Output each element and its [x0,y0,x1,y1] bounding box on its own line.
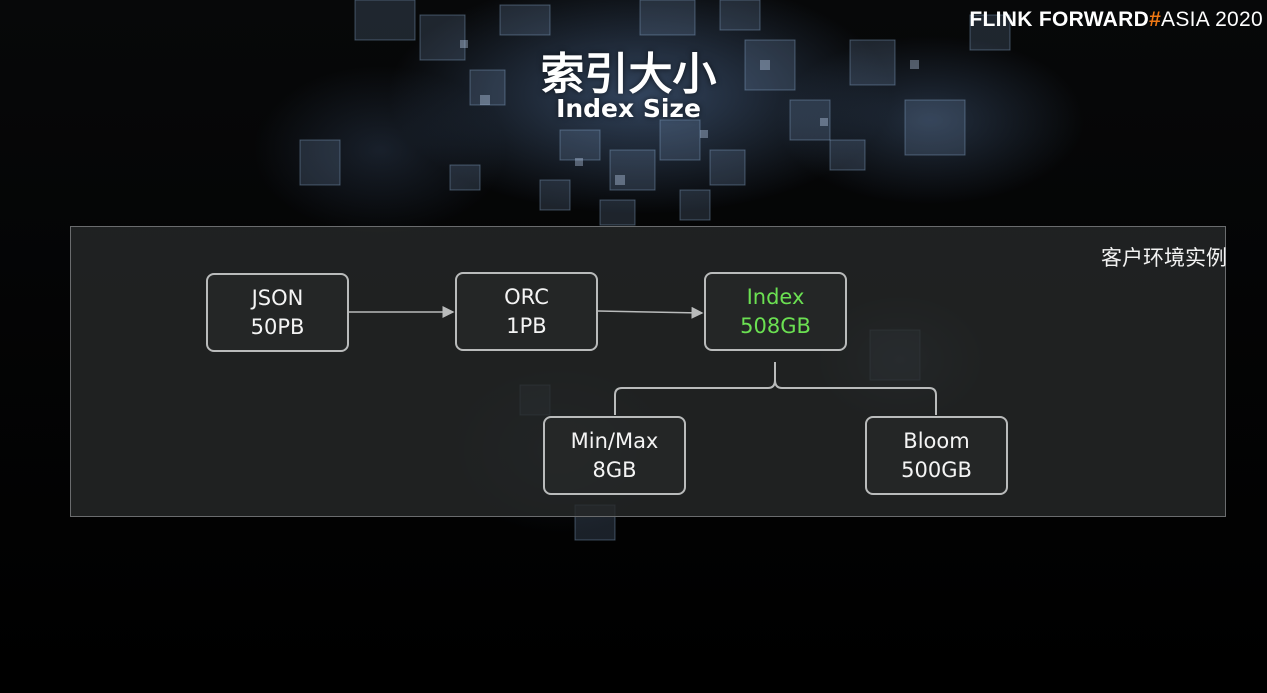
node-json-size: 50PB [250,314,305,339]
arrow-orc-to-index [597,306,704,319]
slide: FLINK FORWARD#ASIA 2020 索引大小 Index Size … [0,0,1267,693]
node-minmax: Min/Max 8GB [543,416,686,495]
node-index-size: 508GB [740,313,811,338]
node-minmax-size: 8GB [592,457,637,482]
node-orc: ORC 1PB [455,272,598,351]
node-bloom: Bloom 500GB [865,416,1008,495]
node-json: JSON 50PB [206,273,349,352]
node-json-name: JSON [251,285,304,310]
brace-index-to-children [614,362,937,415]
diagram-connectors [349,306,937,415]
node-bloom-size: 500GB [901,457,972,482]
node-index: Index 508GB [704,272,847,351]
node-minmax-name: Min/Max [570,428,659,453]
node-orc-size: 1PB [506,313,547,338]
node-orc-name: ORC [504,284,549,309]
node-index-name: Index [746,284,805,309]
node-bloom-name: Bloom [903,428,970,453]
